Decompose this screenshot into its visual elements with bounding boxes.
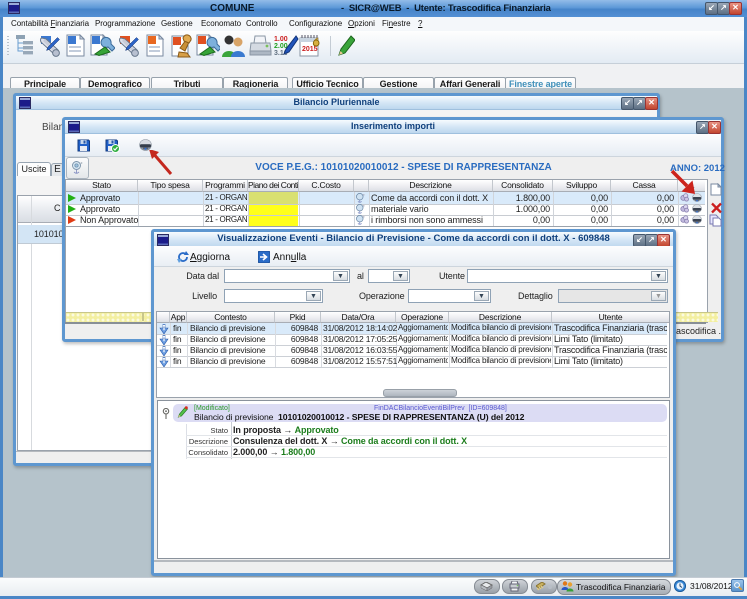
svg-text:2015: 2015 [302, 46, 318, 53]
svg-text:1.00: 1.00 [274, 36, 288, 43]
